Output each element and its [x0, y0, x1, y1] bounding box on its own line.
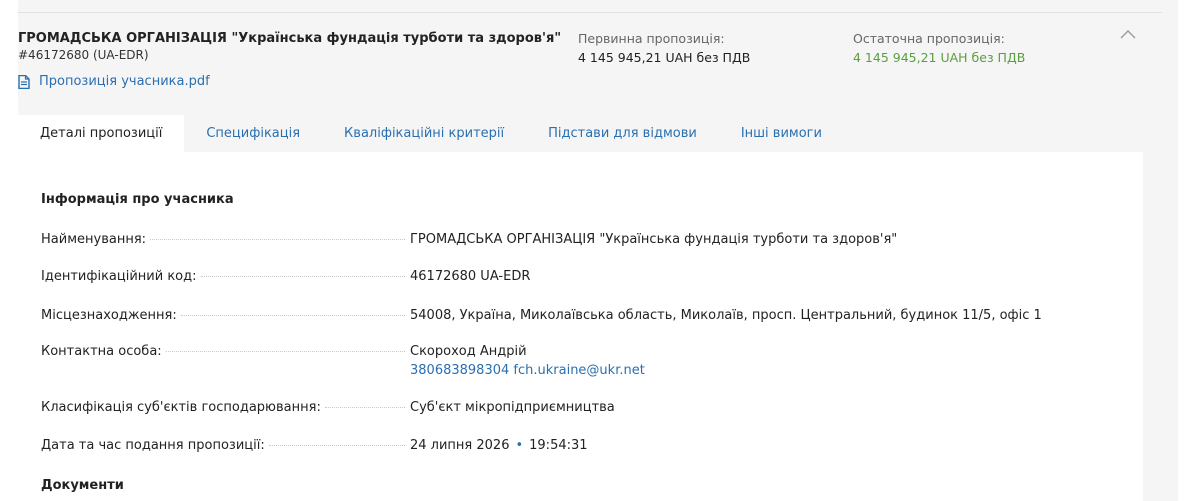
final-price-label: Остаточна пропозиція: — [853, 31, 1005, 46]
date-time-separator: • — [515, 438, 524, 453]
bidder-id: #46172680 (UA-EDR) — [18, 48, 149, 62]
final-price-block: Остаточна пропозиція: 4 145 945,21 UAH б… — [853, 31, 1025, 65]
initial-price-block: Первинна пропозиція: 4 145 945,21 UAH бе… — [578, 31, 750, 65]
row-name-label: Найменування: — [41, 232, 405, 247]
initial-price-value: 4 145 945,21 UAH без ПДВ — [578, 50, 751, 65]
tab-other-requirements[interactable]: Інші вимоги — [719, 115, 844, 152]
label-text: Місцезнаходження: — [41, 308, 177, 323]
row-submission-date-value: 24 липня 2026 • 19:54:31 — [410, 438, 588, 453]
dotted-leader — [200, 276, 405, 277]
chevron-up-icon[interactable] — [1118, 27, 1138, 41]
dotted-leader — [268, 445, 405, 446]
row-classification-label: Класифікація суб'єктів господарювання: — [41, 400, 405, 415]
dotted-leader — [180, 315, 405, 316]
row-location-label: Місцезнаходження: — [41, 308, 405, 323]
row-contact-label: Контактна особа: — [41, 344, 405, 359]
row-id-code-value: 46172680 UA-EDR — [410, 269, 531, 284]
row-submission-date-label: Дата та час подання пропозиції: — [41, 438, 405, 453]
file-icon — [18, 74, 30, 89]
proposal-file-name: Пропозиція учасника.pdf — [39, 74, 210, 89]
contact-email-link[interactable]: fch.ukraine@ukr.net — [513, 363, 644, 378]
row-contact-value: Скороход Андрій 380683898304 fch.ukraine… — [410, 344, 645, 378]
submission-date: 24 липня 2026 — [410, 438, 510, 453]
label-text: Дата та час подання пропозиції: — [41, 438, 265, 453]
participant-info-title: Інформація про учасника — [41, 192, 234, 207]
details-panel: Інформація про учасника Найменування: ГР… — [18, 152, 1143, 501]
row-classification-value: Суб'єкт мікропідприємництва — [410, 400, 615, 415]
row-location-value: 54008, Україна, Миколаївська область, Ми… — [410, 308, 1042, 323]
submission-time: 19:54:31 — [529, 438, 588, 453]
label-text: Ідентифікаційний код: — [41, 269, 197, 284]
top-divider — [18, 12, 1162, 13]
contact-phone-link[interactable]: 380683898304 — [410, 363, 509, 378]
dotted-leader — [165, 351, 405, 352]
tab-rejection-grounds[interactable]: Підстави для відмови — [526, 115, 719, 152]
label-text: Контактна особа: — [41, 344, 162, 359]
row-id-code-label: Ідентифікаційний код: — [41, 269, 405, 284]
tab-proposal-details[interactable]: Деталі пропозиції — [18, 115, 185, 152]
initial-price-label: Первинна пропозиція: — [578, 31, 725, 46]
documents-title: Документи — [41, 478, 124, 493]
label-text: Класифікація суб'єктів господарювання: — [41, 400, 321, 415]
contact-person-name: Скороход Андрій — [410, 344, 527, 359]
proposal-tabs: Деталі пропозиції Специфікація Кваліфіка… — [18, 115, 844, 152]
dotted-leader — [324, 407, 405, 408]
contact-details: 380683898304 fch.ukraine@ukr.net — [410, 363, 645, 378]
label-text: Найменування: — [41, 232, 147, 247]
tab-specification[interactable]: Специфікація — [184, 115, 322, 152]
row-name-value: ГРОМАДСЬКА ОРГАНІЗАЦІЯ "Українська фунда… — [410, 232, 898, 247]
tab-qualification-criteria[interactable]: Кваліфікаційні критерії — [322, 115, 526, 152]
bidder-name: ГРОМАДСЬКА ОРГАНІЗАЦІЯ "Українська фунда… — [18, 31, 562, 46]
final-price-value: 4 145 945,21 UAH без ПДВ — [853, 50, 1026, 65]
dotted-leader — [150, 239, 405, 240]
proposal-file-link[interactable]: Пропозиція учасника.pdf — [18, 74, 210, 89]
